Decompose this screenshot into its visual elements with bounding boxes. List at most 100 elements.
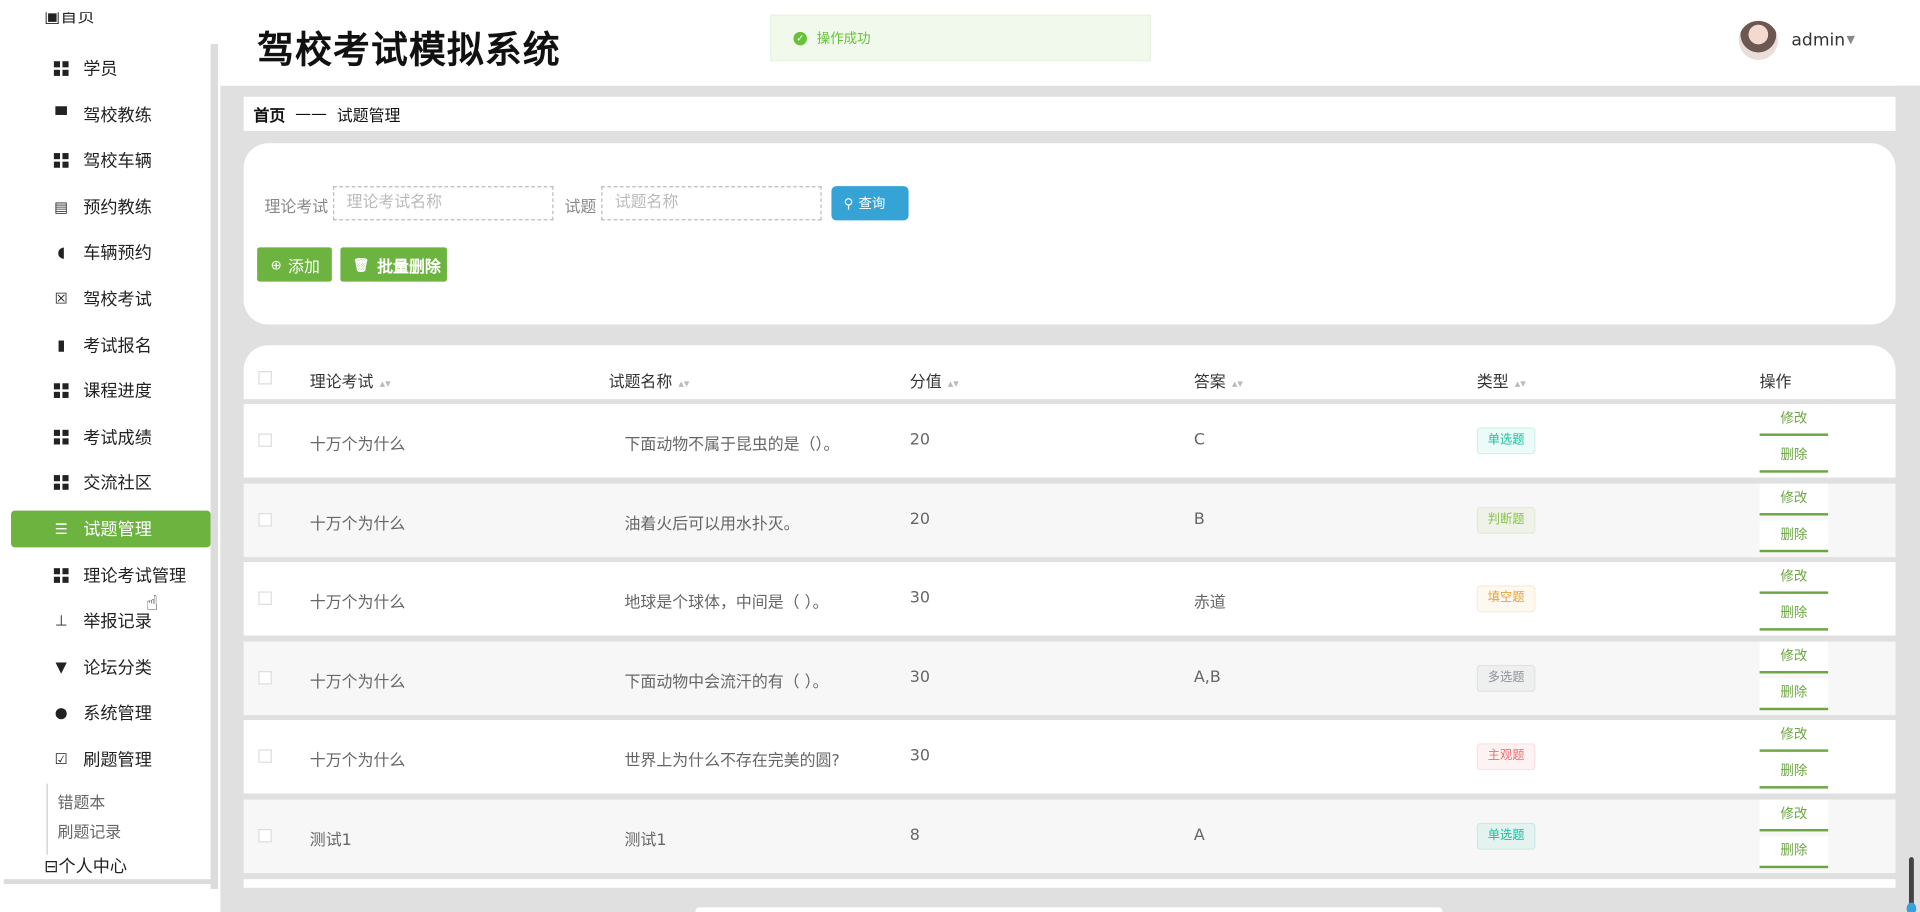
caret-down-icon[interactable]: ▼ [1847,34,1855,46]
select-all-checkbox[interactable] [258,371,272,385]
sidebar-scrollbar[interactable] [210,44,218,889]
sidebar-item-home[interactable]: ▣首页 [44,12,94,34]
sidebar-item-label: 理论考试管理 [83,566,187,587]
edit-button[interactable]: 修改 [1759,720,1829,753]
scrollbar-thumb[interactable] [1906,857,1917,912]
sidebar-item-8[interactable]: 考试成绩 [11,419,211,456]
type-badge: 单选题 [1476,822,1536,850]
question-search-input[interactable]: 试题名称 [601,186,822,221]
type-badge: 多选题 [1476,664,1536,692]
table-header: 理论考试 ▴▾ 试题名称 ▴▾ 分值 ▴▾ 答案 ▴▾ 类型 ▴▾ 操作 [243,345,1896,400]
sidebar-item-4[interactable]: ◖ 车辆预约 [11,234,211,271]
delete-button[interactable]: 删除 [1759,836,1829,869]
sidebar-item-9[interactable]: 交流社区 [11,465,211,502]
sidebar-item-0[interactable]: 学员 [11,50,211,87]
sidebar-subitem-wrong-book[interactable]: 错题本 [58,790,106,813]
sidebar-item-7[interactable]: 课程进度 [11,372,211,409]
sidebar-subitem-practice-record[interactable]: 刷题记录 [58,819,122,842]
cell-question: 测试1 [624,831,667,850]
grid-icon [53,429,69,445]
header: 驾校考试模拟系统 ✓ 操作成功 admin ▼ [220,0,1920,86]
sidebar-item-label: 车辆预约 [83,244,152,264]
sidebar-item-1[interactable]: ▀ 驾校教练 [11,96,211,133]
app: ▣首页 学员 ▀ 驾校教练 驾校车辆 ▤ 预约教练 ◖ 车辆预约 ☒ 驾校考试 ▮ 考试报名 课程进度考… [0,0,1920,912]
avatar[interactable] [1738,20,1778,61]
cell-score: 8 [909,826,920,845]
query-button[interactable]: ⚲ 查询 [831,186,909,221]
row-checkbox[interactable] [258,591,272,606]
exam-search-input[interactable]: 理论考试名称 [333,186,554,221]
user-name[interactable]: admin [1791,31,1845,51]
row-checkbox[interactable] [258,749,272,764]
batch-delete-button[interactable]: 🗑 批量删除 [340,247,447,282]
sort-icon: ▴▾ [678,378,690,391]
cell-score: 30 [909,589,931,608]
delete-button[interactable]: 删除 [1759,440,1829,473]
search-panel: 理论考试 理论考试名称 试题 试题名称 ⚲ 查询 ⊕ 添加 🗑 批量删除 [243,143,1896,325]
sliders-icon: ☰ [54,520,68,538]
breadcrumb-separator: —— [295,104,327,124]
column-header-type[interactable]: 类型 ▴▾ [1477,369,1526,391]
table-row-partial [243,879,1896,888]
home-icon: ▣ [44,12,61,27]
sidebar-item-6[interactable]: ▮ 考试报名 [11,326,211,363]
horizontal-scrollbar[interactable] [695,907,1443,912]
page-scrollbar[interactable] [1895,85,1920,912]
sidebar-item-label: 预约教练 [83,198,152,218]
sidebar-item-13[interactable]: ▼ 论坛分类 [11,649,211,686]
column-header-score[interactable]: 分值 ▴▾ [910,369,959,391]
row-checkbox[interactable] [258,670,272,685]
row-checkbox[interactable] [258,828,272,843]
sidebar-item-12[interactable]: ⊥ 举报记录 [11,603,211,640]
row-checkbox[interactable] [258,512,272,527]
cell-answer: B [1193,510,1205,529]
row-checkbox[interactable] [258,433,272,447]
delete-button[interactable]: 删除 [1759,599,1829,631]
column-header-question[interactable]: 试题名称 ▴▾ [609,369,690,391]
sidebar-item-15[interactable]: ☑ 刷题管理 [11,741,211,778]
cell-answer: A,B [1193,668,1221,687]
edit-button[interactable]: 修改 [1759,799,1829,832]
cell-question: 油着火后可以用水扑灭。 [624,515,800,534]
sidebar-item-5[interactable]: ☒ 驾校考试 [11,280,211,317]
sidebar-item-3[interactable]: ▤ 预约教练 [11,188,211,225]
sidebar: ▣首页 学员 ▀ 驾校教练 驾校车辆 ▤ 预约教练 ◖ 车辆预约 ☒ 驾校考试 ▮ 考试报名 课程进度考… [0,0,221,912]
sidebar-item-label: 考试报名 [83,336,152,356]
edit-button[interactable]: 修改 [1759,404,1829,436]
sidebar-horizontal-scrollbar[interactable] [3,879,215,885]
user-icon: ● [54,704,68,722]
table-row: 十万个为什么 下面动物不属于昆虫的是（）。 20 C 单选题 修改 删除 [243,404,1896,478]
cell-question: 下面动物中会流汗的有（ ）。 [624,673,829,692]
sort-icon: ▴▾ [379,378,391,391]
sort-icon: ▴▾ [947,378,959,391]
sort-icon: ▴▾ [1514,378,1526,391]
cell-score: 20 [909,431,931,450]
sidebar-item-2[interactable]: 驾校车辆 [11,142,211,179]
add-button[interactable]: ⊕ 添加 [257,247,332,282]
cell-answer: C [1193,431,1205,450]
delete-button[interactable]: 删除 [1759,757,1829,790]
sidebar-item-label: 考试成绩 [83,428,152,448]
edit-button[interactable]: 修改 [1759,641,1829,674]
delete-button[interactable]: 删除 [1759,519,1829,552]
table-row: 十万个为什么 油着火后可以用水扑灭。 20 B 判断题 修改 删除 [243,483,1896,557]
cell-exam: 测试1 [309,831,352,850]
delete-button[interactable]: 删除 [1759,678,1829,710]
sidebar-item-11[interactable]: 理论考试管理 [11,557,211,594]
breadcrumb-home[interactable]: 首页 [253,102,285,125]
sidebar-item-10[interactable]: ☰ 试题管理 [11,510,211,548]
column-header-exam[interactable]: 理论考试 ▴▾ [310,369,391,391]
sidebar-item-label: 驾校教练 [83,106,152,126]
exam-label: 理论考试 [264,198,329,217]
cell-answer: 赤道 [1193,594,1226,613]
pin-icon: ▼ [55,658,67,676]
column-header-answer[interactable]: 答案 ▴▾ [1194,369,1243,391]
plus-circle-icon: ⊕ [270,256,282,273]
sidebar-item-14[interactable]: ● 系统管理 [11,695,211,732]
grid-icon [53,383,69,399]
sidebar-item-personal-center[interactable]: ⊟个人中心 [44,853,127,877]
edit-button[interactable]: 修改 [1759,562,1829,595]
card-icon: ⊟ [44,857,59,877]
edit-button[interactable]: 修改 [1759,483,1829,516]
sidebar-item-label: 刷题管理 [83,750,152,771]
